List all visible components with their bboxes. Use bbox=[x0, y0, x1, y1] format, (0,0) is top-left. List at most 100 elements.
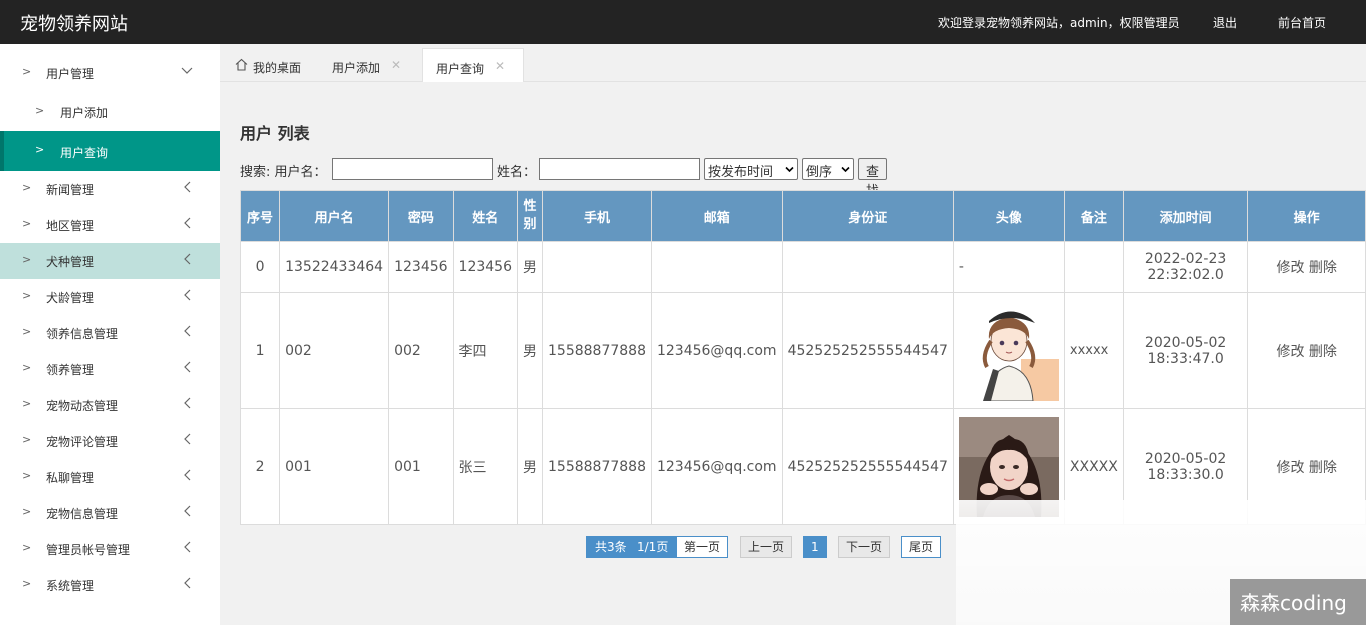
edit-link[interactable]: 修改 bbox=[1276, 460, 1304, 476]
sidebar-item-pet-info[interactable]: > 宠物信息管理 bbox=[0, 495, 220, 531]
sidebar-item-user-query[interactable]: > 用户查询 bbox=[0, 131, 220, 171]
chevron-right-icon: > bbox=[22, 577, 32, 590]
pager-first-button[interactable]: 第一页 bbox=[676, 536, 729, 558]
delete-link[interactable]: 删除 bbox=[1309, 344, 1337, 360]
chevron-right-icon: > bbox=[22, 361, 32, 374]
table-row: 1 002 002 李四 男 15588877888 123456@qq.com… bbox=[239, 292, 1366, 409]
close-icon[interactable]: ✕ bbox=[391, 58, 401, 72]
sidebar-item-adoption-info[interactable]: > 领养信息管理 bbox=[0, 315, 220, 351]
chevron-right-icon: > bbox=[22, 217, 32, 230]
sidebar-item-label: 宠物动态管理 bbox=[46, 399, 119, 413]
logout-link[interactable]: 退出 bbox=[1213, 14, 1237, 31]
chevron-right-icon: > bbox=[22, 325, 32, 338]
watermark: 森森coding bbox=[1230, 579, 1366, 625]
edit-link[interactable]: 修改 bbox=[1276, 260, 1304, 276]
chevron-right-icon: > bbox=[35, 104, 45, 117]
pager-last-button[interactable]: 尾页 bbox=[901, 536, 942, 558]
tab-user-query[interactable]: 用户查询 ✕ bbox=[422, 48, 524, 82]
chevron-left-icon bbox=[184, 253, 191, 265]
sidebar-item-label: 系统管理 bbox=[46, 579, 95, 593]
sidebar-item-label: 私聊管理 bbox=[46, 471, 95, 485]
page-title: 用户 列表 bbox=[240, 124, 310, 143]
table-header-row: 序号 用户名 密码 姓名 性别 手机 邮箱 身份证 头像 备注 添加时间 操作 bbox=[239, 190, 1366, 242]
sidebar-item-system[interactable]: > 系统管理 bbox=[0, 567, 220, 603]
chevron-left-icon bbox=[184, 217, 191, 229]
user-table: 序号 用户名 密码 姓名 性别 手机 邮箱 身份证 头像 备注 添加时间 操作 … bbox=[239, 190, 1366, 525]
cell-actions: 修改 删除 bbox=[1247, 292, 1366, 409]
cell-index: 0 bbox=[239, 241, 281, 293]
column-header: 操作 bbox=[1247, 190, 1366, 242]
cell-added-time: 2020-05-02 18:33:47.0 bbox=[1122, 292, 1249, 409]
search-button[interactable]: 查找 bbox=[858, 158, 888, 199]
sidebar-item-label: 领养信息管理 bbox=[46, 327, 119, 341]
sidebar-item-label: 管理员帐号管理 bbox=[46, 543, 131, 557]
sidebar-item-label: 宠物评论管理 bbox=[46, 435, 119, 449]
cell-username: 002 bbox=[279, 292, 390, 409]
chevron-right-icon: > bbox=[22, 181, 32, 194]
top-header: 宠物领养网站 欢迎登录宠物领养网站，admin，权限管理员 退出 前台首页 bbox=[0, 0, 1366, 44]
sidebar-item-news[interactable]: > 新闻管理 bbox=[0, 171, 220, 207]
sidebar-item-breed[interactable]: > 犬种管理 bbox=[0, 243, 220, 279]
chevron-down-icon bbox=[181, 67, 193, 74]
sidebar-item-pet-comments[interactable]: > 宠物评论管理 bbox=[0, 423, 220, 459]
pager-current-page[interactable]: 1 bbox=[803, 536, 827, 558]
active-indicator bbox=[0, 131, 4, 171]
name-search-input[interactable] bbox=[539, 158, 700, 180]
sidebar-item-user-management[interactable]: > 用户管理 bbox=[0, 55, 220, 91]
sort-field-value: 按发布时间 bbox=[708, 165, 774, 180]
date-text: 2020-05-02 bbox=[1144, 450, 1227, 467]
cell-idcard bbox=[781, 241, 954, 293]
sidebar-item-label: 新闻管理 bbox=[46, 183, 95, 197]
column-header: 备注 bbox=[1063, 190, 1124, 242]
tab-label: 用户查询 bbox=[436, 62, 485, 76]
sidebar-item-admin-accounts[interactable]: > 管理员帐号管理 bbox=[0, 531, 220, 567]
cell-index: 2 bbox=[239, 408, 281, 525]
delete-link[interactable]: 删除 bbox=[1309, 460, 1337, 476]
edit-link[interactable]: 修改 bbox=[1276, 344, 1304, 360]
sidebar-item-adoption[interactable]: > 领养管理 bbox=[0, 351, 220, 387]
sort-field-select[interactable]: 按发布时间 bbox=[704, 158, 798, 180]
cell-actions: 修改 删除 bbox=[1247, 241, 1366, 293]
chevron-left-icon bbox=[184, 397, 191, 409]
table-row: 0 13522433464 123456 123456 男 - 2022-02-… bbox=[239, 241, 1366, 293]
cell-avatar: - bbox=[952, 241, 1065, 293]
tab-bar: 我的桌面 用户添加 ✕ 用户查询 ✕ bbox=[220, 44, 1366, 82]
chevron-right-icon: > bbox=[22, 289, 32, 302]
chevron-left-icon bbox=[184, 505, 191, 517]
cell-password: 001 bbox=[388, 408, 454, 525]
cell-gender: 男 bbox=[517, 292, 543, 409]
avatar-image-anime-girl bbox=[958, 300, 1059, 401]
frontend-home-link[interactable]: 前台首页 bbox=[1278, 14, 1326, 31]
chevron-right-icon: > bbox=[22, 469, 32, 482]
pager-prev-button[interactable]: 上一页 bbox=[740, 536, 793, 558]
tab-user-add[interactable]: 用户添加 ✕ bbox=[324, 48, 414, 82]
sidebar-item-pet-news[interactable]: > 宠物动态管理 bbox=[0, 387, 220, 423]
site-logo[interactable]: 宠物领养网站 bbox=[20, 10, 128, 36]
sidebar-item-age[interactable]: > 犬龄管理 bbox=[0, 279, 220, 315]
sidebar-item-label: 宠物信息管理 bbox=[46, 507, 119, 521]
sidebar-item-user-add[interactable]: > 用户添加 bbox=[0, 94, 220, 130]
sort-order-select[interactable]: 倒序 bbox=[802, 158, 854, 180]
column-header: 头像 bbox=[952, 190, 1065, 242]
delete-link[interactable]: 删除 bbox=[1309, 260, 1337, 276]
pager-next-button[interactable]: 下一页 bbox=[838, 536, 891, 558]
column-header: 姓名 bbox=[452, 190, 519, 242]
tab-my-desktop[interactable]: 我的桌面 bbox=[232, 48, 324, 82]
sort-order-value: 倒序 bbox=[806, 165, 833, 180]
username-search-input[interactable] bbox=[332, 158, 493, 180]
sidebar-item-region[interactable]: > 地区管理 bbox=[0, 207, 220, 243]
chevron-left-icon bbox=[184, 325, 191, 337]
cell-avatar bbox=[952, 292, 1065, 409]
chevron-right-icon: > bbox=[22, 505, 32, 518]
sidebar-item-label: 地区管理 bbox=[46, 219, 95, 233]
cell-idcard: 452525252555544547 bbox=[781, 408, 954, 525]
column-header: 用户名 bbox=[279, 190, 390, 242]
sidebar-item-private-chat[interactable]: > 私聊管理 bbox=[0, 459, 220, 495]
close-icon[interactable]: ✕ bbox=[495, 59, 505, 73]
cell-idcard: 452525252555544547 bbox=[781, 292, 954, 409]
column-header: 性别 bbox=[517, 190, 543, 242]
chevron-right-icon: > bbox=[22, 253, 32, 266]
watermark-text: 森森coding bbox=[1240, 591, 1347, 615]
dropdown-arrow-icon bbox=[785, 166, 794, 173]
avatar-anime-illustration bbox=[958, 300, 1059, 401]
